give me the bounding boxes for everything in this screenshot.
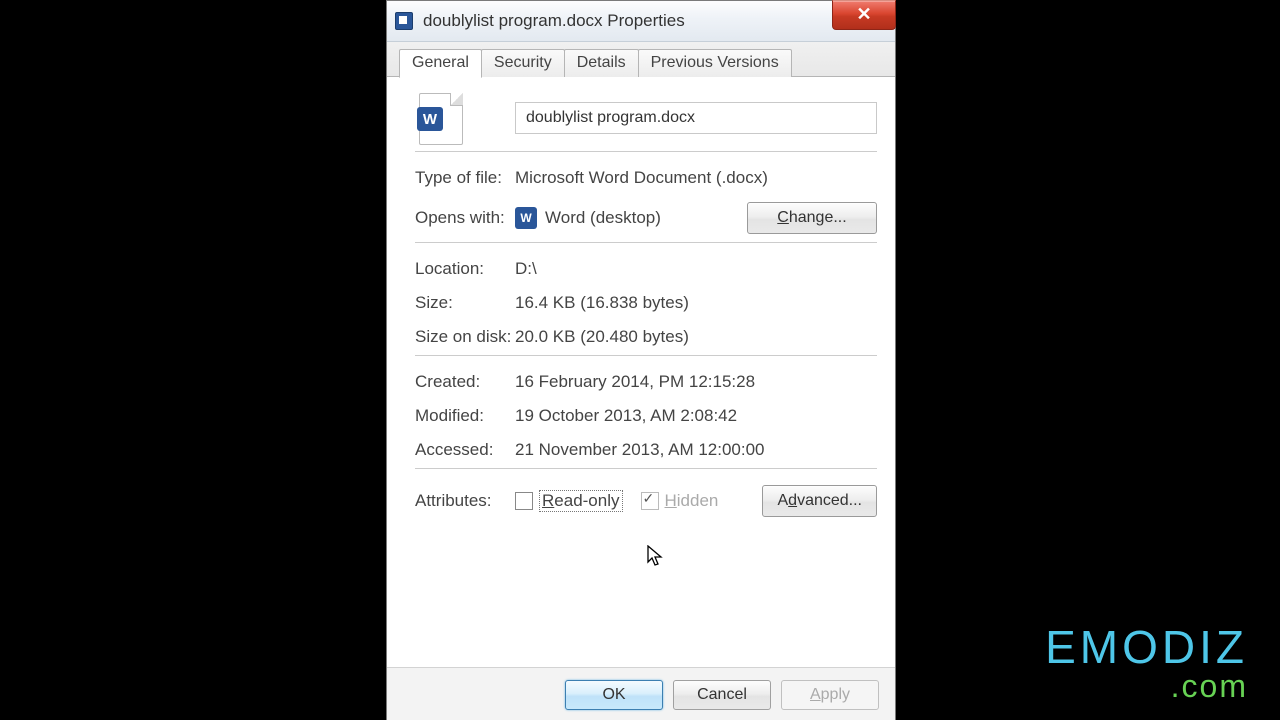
advanced-button[interactable]: Advanced... <box>762 485 877 517</box>
dialog-body: W Type of file: Microsoft Word Document … <box>387 77 895 667</box>
readonly-checkbox-group[interactable]: Read-only <box>515 490 623 512</box>
size-label: Size: <box>415 293 515 313</box>
properties-dialog: doublylist program.docx Properties ✕ Gen… <box>386 0 896 720</box>
type-of-file-label: Type of file: <box>415 168 515 188</box>
hidden-checkbox-group[interactable]: Hidden <box>641 491 719 511</box>
size-on-disk-value: 20.0 KB (20.480 bytes) <box>515 327 877 347</box>
tab-general[interactable]: General <box>399 49 482 78</box>
created-label: Created: <box>415 372 515 392</box>
ok-button[interactable]: OK <box>565 680 663 710</box>
hidden-checkbox[interactable] <box>641 492 659 510</box>
type-of-file-value: Microsoft Word Document (.docx) <box>515 168 877 188</box>
opens-with-label: Opens with: <box>415 208 515 228</box>
dialog-footer: OK Cancel Apply <box>387 667 895 720</box>
separator <box>415 242 877 243</box>
size-on-disk-label: Size on disk: <box>415 327 515 347</box>
modified-label: Modified: <box>415 406 515 426</box>
readonly-label: Read-only <box>539 490 623 512</box>
hidden-label: Hidden <box>665 491 719 511</box>
tab-details[interactable]: Details <box>564 49 639 77</box>
size-value: 16.4 KB (16.838 bytes) <box>515 293 877 313</box>
accessed-label: Accessed: <box>415 440 515 460</box>
opens-with-value: Word (desktop) <box>545 208 661 228</box>
window-title: doublylist program.docx Properties <box>423 11 685 31</box>
word-app-icon: W <box>515 207 537 229</box>
watermark-domain: .com <box>1045 670 1248 702</box>
watermark: EMODIZ .com <box>1045 624 1248 702</box>
tab-strip: General Security Details Previous Versio… <box>387 42 895 77</box>
separator <box>415 468 877 469</box>
apply-button: Apply <box>781 680 879 710</box>
accessed-value: 21 November 2013, AM 12:00:00 <box>515 440 877 460</box>
cancel-button[interactable]: Cancel <box>673 680 771 710</box>
titlebar: doublylist program.docx Properties ✕ <box>387 1 895 42</box>
separator <box>415 151 877 152</box>
location-value: D:\ <box>515 259 877 279</box>
tab-security[interactable]: Security <box>481 49 565 77</box>
attributes-label: Attributes: <box>415 491 515 511</box>
created-value: 16 February 2014, PM 12:15:28 <box>515 372 877 392</box>
modified-value: 19 October 2013, AM 2:08:42 <box>515 406 877 426</box>
filename-input[interactable] <box>515 102 877 134</box>
location-label: Location: <box>415 259 515 279</box>
word-doc-icon <box>395 12 413 30</box>
watermark-brand: EMODIZ <box>1045 624 1248 670</box>
close-button[interactable]: ✕ <box>832 0 896 30</box>
close-icon: ✕ <box>856 4 871 25</box>
tab-previous-versions[interactable]: Previous Versions <box>638 49 792 77</box>
word-doc-large-icon: W <box>419 93 461 143</box>
separator <box>415 355 877 356</box>
readonly-checkbox[interactable] <box>515 492 533 510</box>
change-button[interactable]: Change... <box>747 202 877 234</box>
